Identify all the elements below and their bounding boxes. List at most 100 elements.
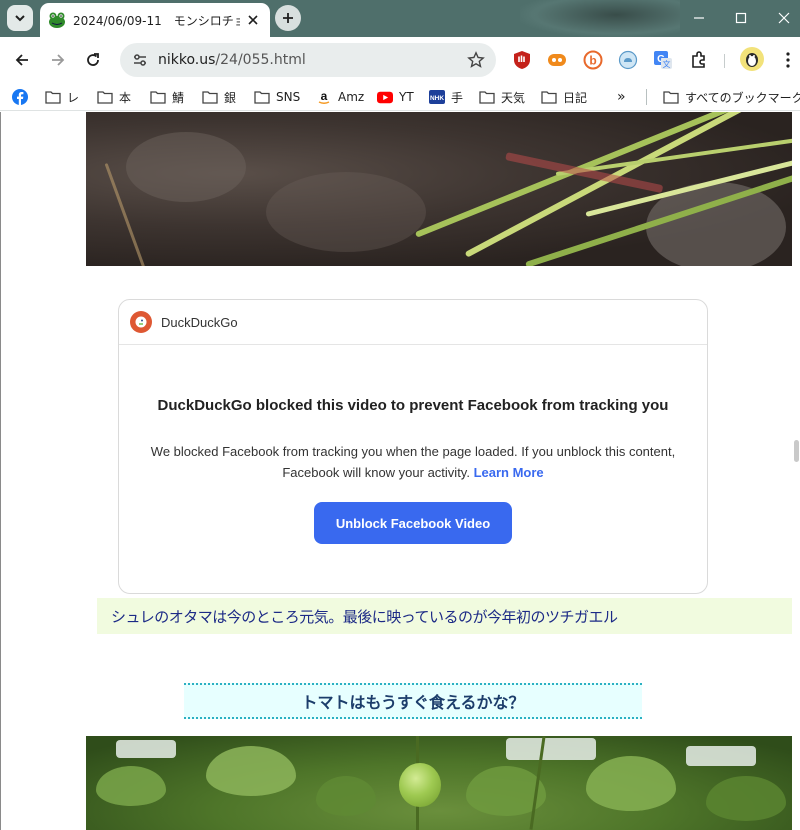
bookmarks-bar: レ 本 鯖 銀 SNS a Amz YT NHK 手 天気 日記 » すべてのブ…	[0, 82, 800, 111]
video-caption: シュレのオタマは今のところ元気。最後に映っているのが今年初のツチガエル	[97, 598, 794, 634]
bookmark-label: 手	[451, 90, 464, 105]
section-heading-tomato: トマトはもうすぐ食えるかな？	[184, 683, 642, 719]
maximize-icon	[735, 12, 747, 24]
bookmark-folder-gin[interactable]: 銀	[202, 87, 236, 107]
folder-icon	[150, 89, 166, 105]
address-bar[interactable]: nikko.us/24/055.html	[120, 43, 496, 77]
all-bookmarks-label: すべてのブックマーク	[685, 90, 800, 105]
bookmark-label: 銀	[224, 90, 237, 105]
bookmark-facebook[interactable]	[12, 87, 34, 107]
theme-background-art	[520, 0, 680, 37]
menu-kebab-icon[interactable]	[777, 49, 799, 71]
svg-text:文: 文	[663, 59, 671, 69]
svg-text:a: a	[321, 89, 328, 103]
duckduckgo-logo-icon	[130, 311, 152, 333]
profile-avatar[interactable]	[740, 47, 764, 71]
bookmark-label: SNS	[276, 90, 301, 104]
photo-texture	[316, 776, 376, 816]
photo-texture	[206, 746, 296, 796]
reload-button[interactable]	[78, 45, 108, 75]
folder-icon	[479, 89, 495, 105]
frog-favicon-icon	[48, 12, 66, 28]
minimize-button[interactable]	[686, 6, 712, 30]
photo-texture	[96, 766, 166, 806]
new-tab-button[interactable]	[275, 5, 301, 31]
forward-button[interactable]	[43, 45, 73, 75]
folder-icon	[97, 89, 113, 105]
unblock-facebook-video-button[interactable]: Unblock Facebook Video	[314, 502, 512, 544]
ddg-blocked-title: DuckDuckGo blocked this video to prevent…	[157, 397, 669, 414]
back-button[interactable]	[7, 45, 37, 75]
svg-text:b: b	[589, 54, 596, 68]
photo-tomato-plant	[86, 736, 794, 830]
translate-extension-icon[interactable]: G文	[652, 49, 674, 71]
extensions-puzzle-icon[interactable]	[688, 49, 710, 71]
site-info-icon[interactable]	[130, 50, 150, 70]
scrollbar-thumb[interactable]	[794, 440, 799, 462]
bookmark-label: レ	[67, 90, 80, 105]
bookmark-folder-hon[interactable]: 本	[97, 87, 131, 107]
all-bookmarks-button[interactable]: すべてのブックマーク	[663, 87, 800, 107]
orange-extension-icon[interactable]	[546, 49, 568, 71]
close-window-button[interactable]	[771, 6, 797, 30]
ublock-extension-icon[interactable]	[511, 49, 533, 71]
nhk-icon: NHK	[429, 89, 445, 105]
photo-texture	[586, 756, 676, 811]
bookmark-folder-nikki[interactable]: 日記	[541, 87, 587, 107]
arrow-left-icon	[15, 54, 28, 66]
plus-icon	[283, 13, 293, 23]
bookmark-youtube[interactable]: YT	[377, 87, 414, 107]
learn-more-link[interactable]: Learn More	[474, 465, 544, 480]
bookmarks-separator	[646, 89, 647, 105]
chevron-down-icon	[15, 15, 25, 22]
ddg-description-text: We blocked Facebook from tracking you wh…	[150, 444, 676, 480]
minimize-icon	[694, 17, 704, 19]
overflow-chevron-icon: »	[617, 89, 626, 105]
bookmark-label: 天気	[501, 90, 526, 105]
folder-icon	[202, 89, 218, 105]
youtube-icon	[377, 89, 393, 105]
bookmarks-overflow-button[interactable]: »	[617, 87, 626, 107]
photo-texture	[126, 132, 246, 202]
photo-texture	[266, 172, 426, 252]
bookmark-folder-saba[interactable]: 鯖	[150, 87, 184, 107]
bookmark-label: Amz	[338, 90, 365, 104]
tab-title: 2024/06/09-11 モンシロチョウ	[73, 13, 240, 28]
url-path: /24/055.html	[215, 52, 306, 68]
toolbar-divider	[724, 54, 725, 68]
ddg-card-header: DuckDuckGo	[119, 300, 707, 345]
maximize-button[interactable]	[728, 6, 754, 30]
bookmark-folder-sns[interactable]: SNS	[254, 87, 300, 107]
reload-icon	[87, 53, 99, 66]
bookmark-label: 日記	[563, 90, 588, 105]
page-scrollbar[interactable]	[792, 112, 800, 830]
photo-texture	[706, 776, 786, 821]
bookmark-nhk[interactable]: NHK 手	[429, 87, 463, 107]
tab-close-icon[interactable]	[244, 11, 262, 29]
folder-icon	[663, 89, 679, 105]
svg-text:NHK: NHK	[430, 95, 444, 102]
photo-texture	[686, 746, 756, 766]
browser-toolbar: nikko.us/24/055.html b G文	[0, 37, 800, 82]
cloud-extension-icon[interactable]	[617, 49, 639, 71]
photo-soil-grass	[86, 112, 794, 266]
facebook-icon	[12, 89, 28, 105]
b-extension-icon[interactable]: b	[582, 49, 604, 71]
photo-texture	[116, 740, 176, 758]
url-text: nikko.us/24/055.html	[158, 52, 466, 68]
bookmark-folder-tenki[interactable]: 天気	[479, 87, 525, 107]
folder-icon	[254, 89, 270, 105]
amazon-icon: a	[316, 89, 332, 105]
bookmark-folder-re[interactable]: レ	[45, 87, 79, 107]
ddg-blocked-description: We blocked Facebook from tracking you wh…	[149, 441, 677, 483]
page-viewport: DuckDuckGo DuckDuckGo blocked this video…	[0, 112, 800, 830]
folder-icon	[45, 89, 61, 105]
bookmark-star-icon[interactable]	[466, 50, 486, 70]
bookmark-amazon[interactable]: a Amz	[316, 87, 364, 107]
tab-search-button[interactable]	[7, 5, 33, 31]
close-icon	[778, 12, 790, 24]
tab-active[interactable]: 2024/06/09-11 モンシロチョウ	[40, 3, 270, 37]
arrow-right-icon	[52, 54, 65, 66]
bookmark-label: YT	[399, 90, 414, 104]
bookmark-label: 鯖	[172, 90, 185, 105]
